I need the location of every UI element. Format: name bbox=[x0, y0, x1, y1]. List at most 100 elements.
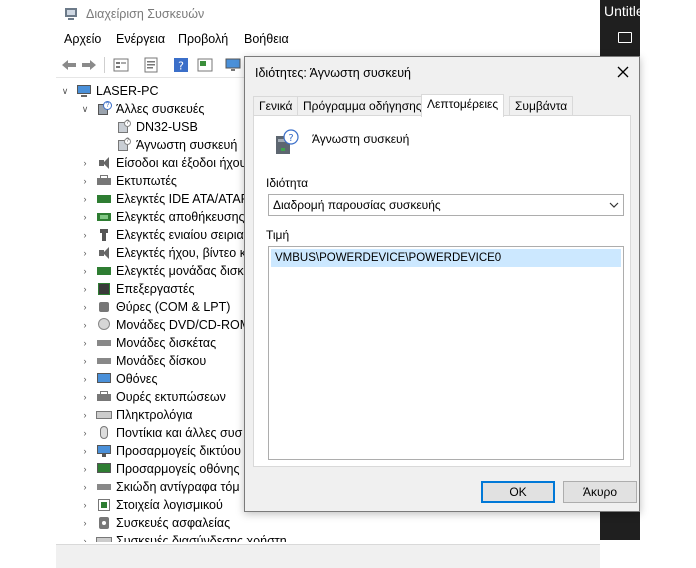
floppy-drive-icon bbox=[96, 336, 112, 350]
security-key-icon bbox=[96, 516, 112, 530]
tree-item-ports[interactable]: › Θύρες (COM & LPT) bbox=[80, 298, 231, 316]
chevron-right-icon[interactable]: › bbox=[80, 176, 90, 186]
monitor-button[interactable] bbox=[224, 56, 242, 74]
chevron-right-icon[interactable]: › bbox=[80, 320, 90, 330]
chevron-down-icon[interactable]: ∨ bbox=[80, 104, 90, 114]
tree-item-label: Ελεγκτές ήχου, βίντεο κ bbox=[116, 246, 246, 260]
menu-bar: Αρχείο Ενέργεια Προβολή Βοήθεια bbox=[56, 30, 600, 50]
tree-item-display-adapters[interactable]: › Προσαρμογείς οθόνης bbox=[80, 460, 240, 478]
properties-sheet-icon bbox=[144, 57, 158, 73]
chevron-right-icon[interactable]: › bbox=[80, 194, 90, 204]
view-button[interactable] bbox=[112, 56, 130, 74]
chevron-right-icon[interactable]: › bbox=[80, 518, 90, 528]
chevron-right-icon[interactable]: › bbox=[80, 374, 90, 384]
chevron-right-icon[interactable]: › bbox=[80, 338, 90, 348]
tree-item-usb-controllers[interactable]: › Ελεγκτές ενιαίου σειριακ bbox=[80, 226, 250, 244]
tree-item-dn32-usb[interactable]: ? DN32-USB bbox=[110, 118, 198, 136]
chevron-right-icon[interactable]: › bbox=[80, 158, 90, 168]
menu-help[interactable]: Βοήθεια bbox=[244, 32, 289, 46]
tree-item-label: Ουρές εκτυπώσεων bbox=[116, 390, 226, 404]
tree-item-software-components[interactable]: › Στοιχεία λογισμικού bbox=[80, 496, 223, 514]
optical-disc-icon bbox=[96, 318, 112, 332]
chevron-right-icon[interactable]: › bbox=[80, 482, 90, 492]
tab-details[interactable]: Λεπτομέρειες bbox=[421, 94, 505, 117]
unknown-device-icon: ? bbox=[276, 129, 299, 154]
chevron-right-icon[interactable]: › bbox=[80, 500, 90, 510]
hard-disk-icon bbox=[96, 354, 112, 368]
printer-icon bbox=[96, 390, 112, 404]
tree-item-storage-controllers[interactable]: › Ελεγκτές αποθήκευσης bbox=[80, 208, 245, 226]
chevron-right-icon[interactable]: › bbox=[80, 302, 90, 312]
status-bar bbox=[56, 544, 600, 568]
tree-item-security-devices[interactable]: › Συσκευές ασφαλείας bbox=[80, 514, 231, 532]
menu-view[interactable]: Προβολή bbox=[178, 32, 228, 46]
unknown-device-icon: ? bbox=[116, 138, 132, 152]
chevron-down-icon[interactable]: ∨ bbox=[60, 86, 70, 96]
forward-arrow-icon bbox=[82, 60, 96, 70]
property-dropdown-value: Διαδρομή παρουσίας συσκευής bbox=[273, 198, 441, 212]
cancel-button[interactable]: Άκυρο bbox=[563, 481, 637, 503]
chevron-right-icon[interactable]: › bbox=[80, 356, 90, 366]
chevron-right-icon[interactable]: › bbox=[80, 248, 90, 258]
help-icon: ? bbox=[174, 58, 188, 73]
tree-item-ide-controllers[interactable]: › Ελεγκτές IDE ATA/ATAPI bbox=[80, 190, 253, 208]
scan-button[interactable] bbox=[196, 56, 214, 74]
help-button[interactable]: ? bbox=[172, 56, 190, 74]
menu-action[interactable]: Ενέργεια bbox=[116, 32, 165, 46]
window-title: Διαχείριση Συσκευών bbox=[86, 7, 205, 21]
value-label: Τιμή bbox=[266, 228, 290, 242]
chevron-right-icon[interactable]: › bbox=[80, 428, 90, 438]
tree-root[interactable]: ∨ LASER-PC bbox=[60, 82, 159, 100]
chevron-right-icon[interactable]: › bbox=[80, 392, 90, 402]
tab-events[interactable]: Συμβάντα bbox=[509, 96, 574, 116]
chevron-right-icon[interactable]: › bbox=[80, 464, 90, 474]
tree-item-label: Επεξεργαστές bbox=[116, 282, 195, 296]
value-list[interactable]: VMBUS\POWERDEVICE\POWERDEVICE0 bbox=[268, 246, 624, 460]
toolbar-separator bbox=[104, 57, 105, 73]
properties-button[interactable] bbox=[142, 56, 160, 74]
menu-file[interactable]: Αρχείο bbox=[64, 32, 101, 46]
tree-item-printers[interactable]: › Εκτυπωτές bbox=[80, 172, 177, 190]
tree-item-processors[interactable]: › Επεξεργαστές bbox=[80, 280, 195, 298]
unknown-device-icon: ? bbox=[96, 101, 112, 116]
tree-item-label: Σκιώδη αντίγραφα τόμ bbox=[116, 480, 240, 494]
computer-icon bbox=[76, 84, 92, 98]
back-button[interactable] bbox=[60, 56, 78, 74]
tree-item-keyboards[interactable]: › Πληκτρολόγια bbox=[80, 406, 193, 424]
forward-button[interactable] bbox=[80, 56, 98, 74]
device-name: Άγνωστη συσκευή bbox=[312, 132, 410, 146]
tree-item-print-queues[interactable]: › Ουρές εκτυπώσεων bbox=[80, 388, 226, 406]
chevron-right-icon[interactable]: › bbox=[80, 212, 90, 222]
tree-item-label: Οθόνες bbox=[116, 372, 158, 386]
chevron-right-icon[interactable]: › bbox=[80, 266, 90, 276]
chevron-right-icon[interactable]: › bbox=[80, 284, 90, 294]
speaker-icon bbox=[96, 156, 112, 170]
chevron-right-icon[interactable]: › bbox=[80, 446, 90, 456]
tree-item-disk-drives[interactable]: › Μονάδες δίσκου bbox=[80, 352, 207, 370]
ok-button[interactable]: OK bbox=[481, 481, 555, 503]
tab-driver[interactable]: Πρόγραμμα οδήγησης bbox=[297, 96, 428, 116]
tree-item-mice[interactable]: › Ποντίκια και άλλες συσ bbox=[80, 424, 242, 442]
chevron-right-icon[interactable]: › bbox=[80, 230, 90, 240]
tree-item-volume-shadow-copies[interactable]: › Σκιώδη αντίγραφα τόμ bbox=[80, 478, 240, 496]
tree-item-audio-io[interactable]: › Είσοδοι και έξοδοι ήχου bbox=[80, 154, 247, 172]
tree-item-label: Άγνωστη συσκευή bbox=[136, 138, 238, 152]
chevron-right-icon[interactable]: › bbox=[80, 410, 90, 420]
tree-item-label: Συσκευές ασφαλείας bbox=[116, 516, 231, 530]
tree-item-disk-drive-controllers[interactable]: › Ελεγκτές μονάδας δισκ bbox=[80, 262, 244, 280]
chevron-right-icon[interactable]: › bbox=[80, 536, 90, 542]
tree-item-unknown-device[interactable]: ? Άγνωστη συσκευή bbox=[110, 136, 237, 154]
property-dropdown[interactable]: Διαδρομή παρουσίας συσκευής bbox=[268, 194, 624, 216]
tree-item-other-devices[interactable]: ∨ ? Άλλες συσκευές bbox=[80, 100, 204, 118]
tree-item-sound-video-controllers[interactable]: › Ελεγκτές ήχου, βίντεο κ bbox=[80, 244, 246, 262]
tree-item-dvd-drives[interactable]: › Μονάδες DVD/CD-ROM bbox=[80, 316, 250, 334]
close-button[interactable] bbox=[611, 61, 635, 83]
tree-item-monitors[interactable]: › Οθόνες bbox=[80, 370, 158, 388]
tree-item-floppy-drives[interactable]: › Μονάδες δισκέτας bbox=[80, 334, 217, 352]
tree-item-network-adapters[interactable]: › Προσαρμογείς δικτύου bbox=[80, 442, 241, 460]
tree-item-label: Ελεγκτές IDE ATA/ATAPI bbox=[116, 192, 253, 206]
value-list-item[interactable]: VMBUS\POWERDEVICE\POWERDEVICE0 bbox=[271, 249, 621, 267]
tree-item-label: Ελεγκτές ενιαίου σειριακ bbox=[116, 228, 250, 242]
tab-general[interactable]: Γενικά bbox=[253, 96, 299, 116]
tree-item-human-interface-devices[interactable]: › Συσκευές διασύνδεσης χρήστη bbox=[80, 532, 287, 542]
